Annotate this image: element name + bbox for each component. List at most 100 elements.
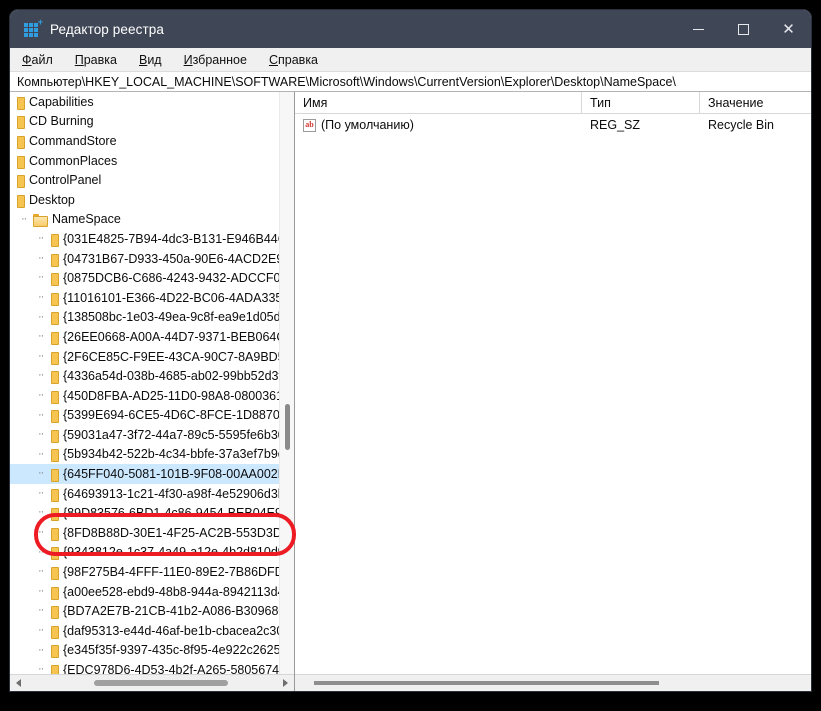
folder-closed-icon	[50, 253, 59, 267]
tree-item[interactable]: ·· {5b934b42-522b-4c34-bbfe-37a3ef7b9c90}	[10, 445, 294, 465]
column-header-value[interactable]: Значение	[700, 92, 811, 113]
left-pane-hscrollbar[interactable]	[10, 674, 294, 691]
folder-closed-icon	[50, 409, 59, 424]
tree-item-label: {daf95313-e44d-46af-be1b-cbacea2c3065}	[63, 623, 294, 638]
tree-connector-icon: ··	[38, 408, 44, 421]
tree-connector-icon: ··	[38, 310, 44, 323]
tree-item-label: {11016101-E366-4D22-BC06-4ADA335C892B}	[63, 290, 294, 305]
tree-item[interactable]: ControlPanel	[10, 170, 294, 190]
tree-item[interactable]: ·· {e345f35f-9397-435c-8f95-4e922c26259e}	[10, 641, 294, 661]
tree-item[interactable]: ·· {450D8FBA-AD25-11D0-98A8-0800361B1103}	[10, 386, 294, 406]
folder-closed-icon	[50, 272, 59, 287]
tree-item[interactable]: ·· {59031a47-3f72-44a7-89c5-5595fe6b30ee}	[10, 425, 294, 445]
tree-item-label: ControlPanel	[29, 173, 102, 188]
tree-item[interactable]: ·· {98F275B4-4FFF-11E0-89E2-7B86DFD72085}	[10, 562, 294, 582]
tree-connector-icon: ··	[38, 290, 44, 303]
tree-item[interactable]: ·· {2F6CE85C-F9EE-43CA-90C7-8A9BD53A2467}	[10, 347, 294, 367]
tree-item[interactable]: Desktop	[10, 190, 294, 210]
left-pane-hscrollbar-thumb[interactable]	[94, 680, 228, 686]
folder-closed-icon	[16, 194, 25, 208]
tree-item[interactable]: ·· {64693913-1c21-4f30-a98f-4e52906d3b56}	[10, 484, 294, 504]
tree-connector-icon: ··	[21, 212, 27, 225]
tree-connector-icon: ··	[38, 663, 44, 674]
tree-item[interactable]: ·· {5399E694-6CE5-4D6C-8FCE-1D8870FDCBA0}	[10, 406, 294, 426]
tree-item[interactable]: ·· {8FD8B88D-30E1-4F25-AC2B-553D3D65F0EA}	[10, 523, 294, 543]
column-header-name[interactable]: Имя	[295, 92, 582, 113]
left-pane-vscrollbar-thumb[interactable]	[285, 404, 290, 450]
folder-closed-icon	[50, 292, 59, 306]
tree-item[interactable]: ·· {9343812e-1c37-4a49-a12e-4b2d810d956b}	[10, 543, 294, 563]
tree-item-label: {450D8FBA-AD25-11D0-98A8-0800361B1103}	[63, 388, 294, 403]
table-row[interactable]: ab (По умолчанию) REG_SZ Recycle Bin	[295, 114, 811, 136]
tree-item-label: {59031a47-3f72-44a7-89c5-5595fe6b30ee}	[63, 427, 294, 442]
tree-item[interactable]: ·· {BD7A2E7B-21CB-41b2-A086-B309680C6B7E}	[10, 601, 294, 621]
menu-help-label: правка	[278, 52, 319, 67]
tree-connector-icon: ··	[38, 584, 44, 597]
menu-edit-accel: П	[74, 52, 84, 67]
value-type-cell: REG_SZ	[590, 118, 641, 132]
menu-favorites-label: збранное	[192, 52, 247, 67]
window-title: Редактор реестра	[50, 21, 164, 37]
tree-connector-icon: ··	[38, 232, 44, 245]
folder-closed-icon	[50, 331, 59, 345]
arrow-right-icon[interactable]	[277, 675, 294, 692]
right-pane-hscrollbar[interactable]	[295, 674, 811, 691]
maximize-button[interactable]	[721, 10, 766, 48]
tree-item[interactable]: ·· {EDC978D6-4D53-4b2f-A265-5805674BE568}	[10, 660, 294, 674]
tree-item-label: Capabilities	[29, 94, 94, 109]
right-pane-hscrollbar-thumb[interactable]	[314, 681, 659, 685]
minimize-button[interactable]	[676, 10, 721, 48]
tree-item-label: CD Burning	[29, 114, 94, 129]
tree-connector-icon: ··	[38, 271, 44, 284]
tree-item[interactable]: CommonPlaces	[10, 151, 294, 171]
tree-item[interactable]: ·· {a00ee528-ebd9-48b8-944a-8942113d46ac}	[10, 582, 294, 602]
tree-scroll-viewport: Capabilities CD Burning CommandStore Common…	[10, 92, 294, 674]
tree-item[interactable]: ·· {138508bc-1e03-49ea-9c8f-ea9e1d05d65d}	[10, 308, 294, 328]
tree-connector-icon: ··	[38, 486, 44, 499]
tree-item[interactable]: ·· {645FF040-5081-101B-9F08-00AA002F954E}	[10, 464, 294, 484]
column-header-type[interactable]: Тип	[582, 92, 700, 113]
menu-edit[interactable]: Правка	[75, 53, 117, 67]
folder-closed-icon	[50, 429, 59, 443]
tree-item[interactable]: ·· {04731B67-D933-450a-90E6-4ACD2E9408FE}	[10, 249, 294, 269]
tree-item[interactable]: Capabilities	[10, 92, 294, 112]
folder-closed-icon	[50, 566, 59, 581]
menu-edit-label: равка	[83, 52, 117, 67]
folder-closed-icon	[16, 135, 25, 149]
tree-item[interactable]: ·· {4336a54d-038b-4685-ab02-99bb52d3fb8b}	[10, 366, 294, 386]
tree-item[interactable]: CommandStore	[10, 131, 294, 151]
menu-file[interactable]: Файл	[22, 53, 53, 67]
maximize-icon	[738, 23, 749, 35]
tree-item-label: CommonPlaces	[29, 153, 118, 168]
folder-closed-icon	[16, 155, 25, 169]
plus-badge-icon: +	[37, 17, 43, 27]
folder-closed-icon	[50, 625, 59, 639]
menu-favorites-accel: И	[183, 52, 193, 67]
left-pane-vscrollbar[interactable]	[279, 92, 294, 674]
tree-item-label: {89D83576-6BD1-4c86-9454-BEB04E94C819}	[63, 506, 294, 521]
arrow-left-icon[interactable]	[10, 675, 27, 692]
menu-help[interactable]: Справка	[269, 53, 318, 67]
tree-connector-icon: ··	[38, 349, 44, 362]
tree-item-label: {04731B67-D933-450a-90E6-4ACD2E9408FE}	[63, 251, 294, 266]
tree-item[interactable]: ·· NameSpace	[10, 210, 294, 230]
tree-item[interactable]: ·· {031E4825-7B94-4dc3-B131-E946B44C8DD5}	[10, 229, 294, 249]
folder-closed-icon	[50, 468, 59, 483]
close-button[interactable]: ✕	[766, 10, 811, 48]
tree-item[interactable]: ·· {26EE0668-A00A-44D7-9371-BEB064C98683}	[10, 327, 294, 347]
folder-open-icon	[33, 213, 48, 228]
values-list: ab (По умолчанию) REG_SZ Recycle Bin	[295, 114, 811, 674]
menu-view[interactable]: Вид	[139, 53, 162, 67]
tree-item[interactable]: ·· {daf95313-e44d-46af-be1b-cbacea2c3065}	[10, 621, 294, 641]
menu-favorites[interactable]: Избранное	[184, 53, 247, 67]
tree-item-label: Desktop	[29, 192, 75, 207]
tree-item[interactable]: CD Burning	[10, 112, 294, 132]
tree-item[interactable]: ·· {0875DCB6-C686-4243-9432-ADCCF0B9F2D7}	[10, 268, 294, 288]
tree-item[interactable]: ·· {11016101-E366-4D22-BC06-4ADA335C892B}	[10, 288, 294, 308]
registry-values-pane: Имя Тип Значение ab (По умолчанию) REG_S…	[295, 92, 811, 691]
tree-item[interactable]: ·· {89D83576-6BD1-4c86-9454-BEB04E94C819}	[10, 503, 294, 523]
address-bar[interactable]: Компьютер\HKEY_LOCAL_MACHINE\SOFTWARE\Mi…	[10, 71, 811, 92]
values-column-header: Имя Тип Значение	[295, 92, 811, 114]
menu-file-label: айл	[31, 52, 53, 67]
tree-connector-icon: ··	[38, 251, 44, 264]
